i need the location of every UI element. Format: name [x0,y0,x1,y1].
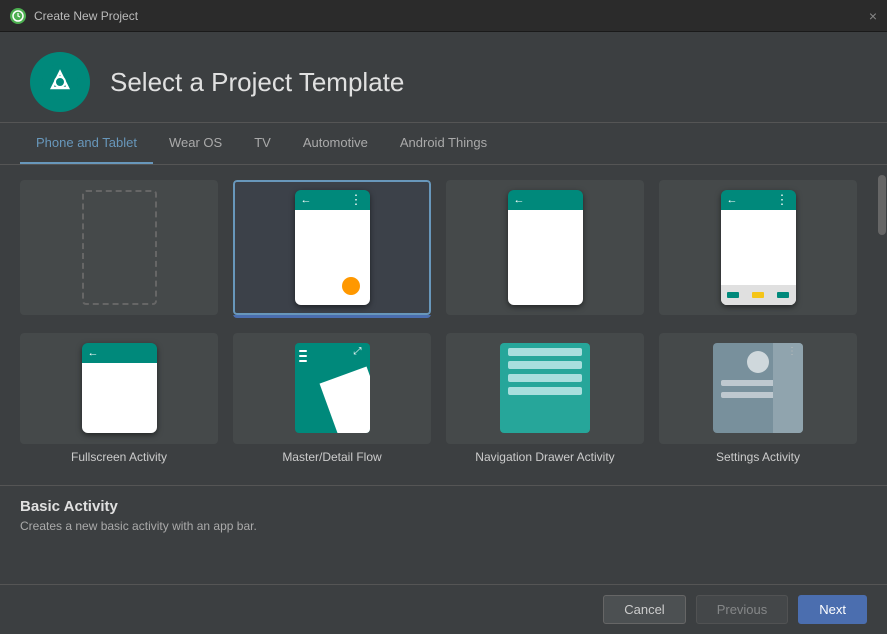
template-master-detail[interactable]: ⤢ Master/Detail Flow [233,333,431,471]
template-basic-activity[interactable]: ← ⋮ Basic Activity [233,180,431,318]
fullscreen-mockup: ← ⤢ [82,343,157,433]
template-tabs: Phone and Tablet Wear OS TV Automotive A… [0,123,887,165]
empty-activity-mockup: ← [508,190,583,305]
empty-activity-label: Empty Activity [446,315,644,318]
empty-back-arrow-icon: ← [514,194,525,206]
fullscreen-back-icon: ← [88,347,99,359]
master-detail-label: Master/Detail Flow [233,444,431,470]
page-title: Select a Project Template [110,67,404,98]
bottom-nav-top-bar: ← ⋮ [721,190,796,210]
template-grid: No Activity ← ⋮ Basic Activity [0,165,877,485]
bottom-nav-item-2 [752,292,764,298]
bottom-nav-dots-icon: ⋮ [776,192,790,208]
empty-phone-top-bar: ← [508,190,583,210]
bottom-nav-item-3 [777,292,789,298]
list-line-3 [508,374,582,382]
basic-activity-preview: ← ⋮ [233,180,431,315]
back-arrow-icon: ← [301,194,312,206]
template-empty-activity[interactable]: ← Empty Activity [446,180,644,318]
master-detail-preview: ⤢ [233,333,431,445]
template-fullscreen[interactable]: ← ⤢ Fullscreen Activity [20,333,218,471]
selected-template-title: Basic Activity [20,498,867,515]
bottom-nav-body [721,210,796,305]
fullscreen-top-bar: ← [82,343,157,363]
template-settings[interactable]: ⋮ Settings Activity [659,333,857,471]
empty-activity-preview: ← [446,180,644,315]
bottom-nav-item-1 [727,292,739,298]
list-line-2 [508,361,582,369]
basic-activity-label: Basic Activity [233,315,431,318]
description-bar: Basic Activity Creates a new basic activ… [0,485,887,565]
scrollbar-track[interactable] [877,165,887,485]
tab-tv[interactable]: TV [238,123,287,164]
footer: Cancel Previous Next [0,584,887,634]
bottom-nav-preview: ← ⋮ [659,180,857,315]
no-activity-label: No Activity [20,315,218,318]
tab-android-things[interactable]: Android Things [384,123,503,164]
close-button[interactable]: × [869,8,877,24]
tab-phone-tablet[interactable]: Phone and Tablet [20,123,153,164]
tab-automotive[interactable]: Automotive [287,123,384,164]
title-bar: Create New Project × [0,0,887,32]
navigation-drawer-label: Navigation Drawer Activity [446,444,644,470]
android-studio-logo [30,52,90,112]
master-detail-mockup: ⤢ [295,343,370,433]
fullscreen-label: Fullscreen Activity [20,444,218,470]
no-activity-preview [20,180,218,315]
bottom-nav-mockup: ← ⋮ [721,190,796,305]
template-navigation-drawer[interactable]: Navigation Drawer Activity [446,333,644,471]
cancel-button[interactable]: Cancel [603,595,685,624]
app-icon [10,8,26,24]
menu-dots-icon: ⋮ [350,192,364,208]
navigation-drawer-mockup [500,343,590,433]
settings-avatar-icon [747,351,769,373]
expand-icon: ⤢ [142,366,151,379]
empty-phone-body [508,210,583,305]
template-no-activity[interactable]: No Activity [20,180,218,318]
template-bottom-navigation[interactable]: ← ⋮ Bottom Navigation Activity [659,180,857,318]
settings-label: Settings Activity [659,444,857,470]
scrollbar-thumb[interactable] [878,175,886,235]
list-line-4 [508,387,582,395]
bottom-nav-label: Bottom Navigation Activity [659,315,857,318]
phone-body [295,210,370,305]
navigation-drawer-preview [446,333,644,445]
fullscreen-preview: ← ⤢ [20,333,218,445]
list-line-1 [508,348,582,356]
fab-button [342,277,360,295]
window-title: Create New Project [34,9,138,23]
tab-wear-os[interactable]: Wear OS [153,123,238,164]
bottom-nav-back-icon: ← [727,194,738,206]
bottom-nav-bar [721,285,796,305]
no-activity-icon [82,190,157,305]
selected-template-description: Creates a new basic activity with an app… [20,519,867,533]
header: Select a Project Template [0,32,887,123]
next-button[interactable]: Next [798,595,867,624]
basic-activity-mockup: ← ⋮ [295,190,370,305]
previous-button[interactable]: Previous [696,595,789,624]
settings-mockup: ⋮ [713,343,803,433]
diagonal-panel [319,367,369,433]
title-bar-left: Create New Project [10,8,138,24]
settings-preview: ⋮ [659,333,857,445]
phone-top-bar: ← ⋮ [295,190,370,210]
